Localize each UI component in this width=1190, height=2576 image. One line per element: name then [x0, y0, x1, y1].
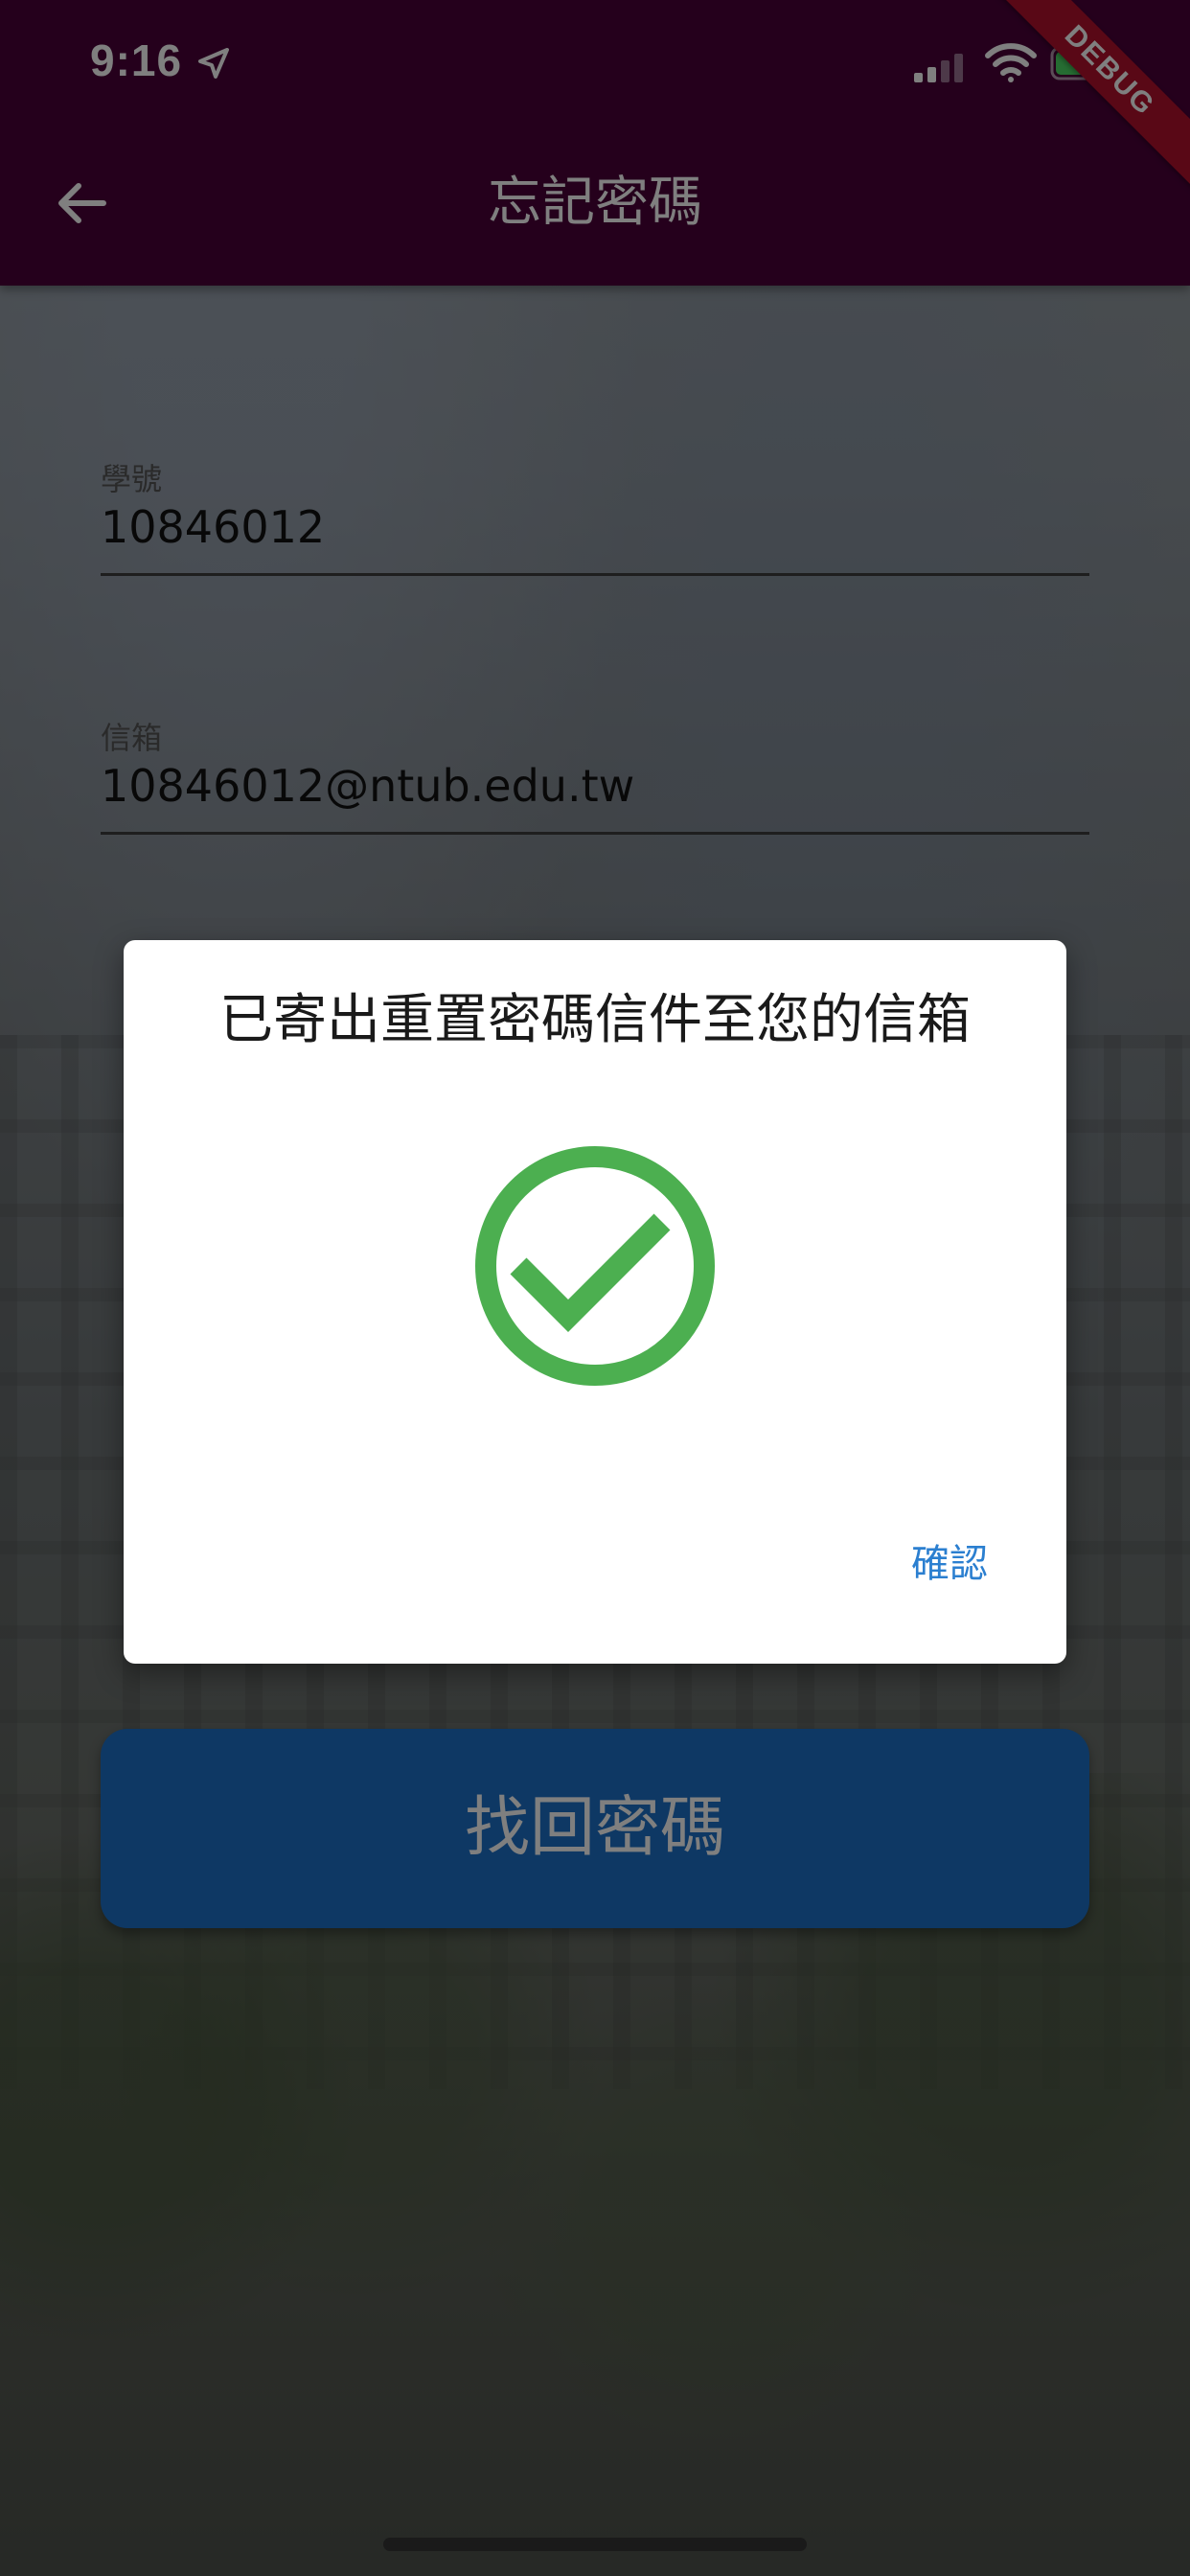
check-circle-icon — [475, 1146, 715, 1386]
dialog-title: 已寄出重置密碼信件至您的信箱 — [219, 989, 971, 1051]
confirm-button[interactable]: 確認 — [907, 1534, 992, 1594]
home-indicator[interactable] — [383, 2538, 807, 2551]
success-dialog: 已寄出重置密碼信件至您的信箱 確認 — [124, 940, 1066, 1664]
